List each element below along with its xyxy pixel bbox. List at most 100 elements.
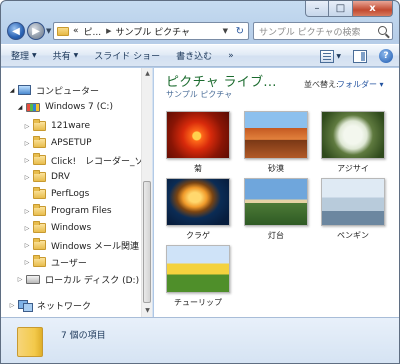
folder-icon [33,238,46,250]
thumbnail-caption: 灯台 [268,231,284,240]
nav-pane-scrollbar[interactable]: ▲ ▼ [141,68,152,317]
scroll-up-icon[interactable]: ▲ [142,68,153,80]
organize-button[interactable]: 整理 ▼ [11,49,37,62]
thumbnail-caption: 砂漠 [268,164,284,173]
burn-button[interactable]: 書き込む [176,49,212,62]
folder-icon [57,26,69,36]
search-icon[interactable] [378,26,387,35]
collapsed-icon[interactable]: ▷ [23,208,31,215]
tree-label: Windows 7 (C:) [45,102,113,112]
expanded-icon[interactable]: ◢ [16,104,24,111]
back-arrow-icon: ◀ [12,25,20,37]
help-icon[interactable]: ? [379,49,393,63]
thumbnail-item[interactable]: 灯台 [244,178,308,241]
folder-icon [33,170,46,182]
collapsed-icon[interactable]: ▷ [23,225,31,232]
collapsed-icon[interactable]: ▷ [23,123,31,130]
slideshow-label: スライド ショー [94,52,161,62]
collapsed-icon[interactable]: ▷ [23,259,31,266]
tree-label: APSETUP [51,138,92,148]
chrysanthemum-image[interactable] [166,111,230,159]
tree-item-windows-drive[interactable]: ◢ Windows 7 (C:) [16,99,113,115]
lighthouse-image[interactable] [244,178,308,226]
thumbnail-item[interactable]: 菊 [166,111,230,174]
collapsed-icon[interactable]: ▷ [23,242,31,249]
chevron-down-icon: ▼ [73,52,79,59]
close-button[interactable]: x [353,1,393,17]
tree-item-folder[interactable]: ▷ Program Files [23,203,112,219]
thumbnail-item[interactable]: アジサイ [321,111,385,174]
folder-icon [33,119,46,131]
collapsed-icon[interactable]: ▷ [23,157,31,164]
breadcrumb-overflow[interactable]: « [73,26,79,36]
scroll-down-icon[interactable]: ▼ [142,305,153,317]
tree-label: Windows メール関連 [51,241,140,252]
address-dropdown-icon[interactable]: ▼ [223,27,228,35]
tree-item-folder[interactable]: ▷ APSETUP [23,135,92,151]
thumbnail-item[interactable]: クラゲ [166,178,230,241]
explorer-window: – □ x ◀ ▶ ▼ « ピ... ▶ サンプル ピクチャ ▼ ↻ サンプル … [0,0,400,364]
tree-item-folder[interactable]: ▷ Windows メール関連 [23,237,139,253]
thumbnail-item[interactable]: チューリップ [166,245,230,308]
recent-pages-dropdown-icon[interactable]: ▼ [46,27,51,35]
arrange-by-dropdown[interactable]: フォルダー ▾ [337,79,384,90]
refresh-icon[interactable]: ↻ [236,26,244,37]
views-dropdown-icon[interactable]: ▼ [336,53,341,60]
share-button[interactable]: 共有 ▼ [53,49,79,62]
scrollbar-thumb[interactable] [143,181,151,303]
thumbnail-caption: アジサイ [337,164,369,173]
minimize-button[interactable]: – [305,1,329,17]
tree-label: Click! レコーダー_ソー [51,156,153,167]
item-count: 7 個の項目 [61,331,106,341]
tree-item-computer[interactable]: ◢ コンピューター [8,82,99,98]
folder-icon [33,204,46,216]
hydrangea-image[interactable] [321,111,385,159]
breadcrumb-sample-pictures[interactable]: サンプル ピクチャ [116,25,191,38]
back-button[interactable]: ◀ [7,22,25,40]
caption-buttons: – □ x [305,1,393,17]
tree-item-folder[interactable]: ▷ Click! レコーダー_ソー [23,152,153,168]
library-title: ピクチャ ライブ... [166,75,277,90]
arrange-by-label: 並べ替え: [304,80,339,89]
preview-pane-icon[interactable] [353,49,367,63]
collapsed-icon[interactable]: ▷ [23,140,31,147]
tree-label: PerfLogs [51,189,90,199]
tree-item-network[interactable]: ▷ ネットワーク [8,297,91,313]
search-input[interactable]: サンプル ピクチャの検索 [253,22,393,40]
views-icon[interactable] [320,49,335,63]
navigation-pane: ◢ コンピューター ◢ Windows 7 (C:) ▷ 121ware ▷ A… [1,68,153,317]
thumbnail-item[interactable]: 砂漠 [244,111,308,174]
thumbnail-item[interactable]: ペンギン [321,178,385,241]
desert-image[interactable] [244,111,308,159]
tree-label: 121ware [51,121,91,131]
navigation-buttons: ◀ ▶ ▼ [7,22,51,40]
tulips-image[interactable] [166,245,230,293]
expanded-icon[interactable]: ◢ [8,87,16,94]
collapsed-icon[interactable]: ▷ [8,302,16,309]
tree-item-folder[interactable]: ▷ ユーザー [23,254,87,270]
tree-item-folder[interactable]: PerfLogs [23,186,89,202]
address-bar[interactable]: « ピ... ▶ サンプル ピクチャ ▼ ↻ [53,22,249,40]
slideshow-button[interactable]: スライド ショー [94,49,160,62]
tree-label: コンピューター [36,86,100,97]
tree-item-local-disk[interactable]: ▷ ローカル ディスク (D:) [16,271,139,287]
penguins-image[interactable] [321,178,385,226]
burn-label: 書き込む [176,52,213,62]
computer-icon [18,85,31,95]
jellyfish-image[interactable] [166,178,230,226]
collapsed-icon[interactable]: ▷ [16,276,24,283]
tree-item-folder[interactable]: ▷ DRV [23,169,70,185]
tree-item-folder[interactable]: ▷ 121ware [23,118,90,134]
overflow-label: » [228,50,234,61]
toolbar-right: ▼ ? [308,49,393,63]
tree-item-folder[interactable]: ▷ Windows [23,220,91,236]
forward-button[interactable]: ▶ [27,22,45,40]
maximize-button[interactable]: □ [329,1,353,17]
breadcrumb-pictures[interactable]: ピ... [84,25,102,38]
collapsed-icon[interactable]: ▷ [23,174,31,181]
search-placeholder: サンプル ピクチャの検索 [259,27,361,38]
details-pane: 7 個の項目 [1,317,399,363]
breadcrumb-separator-icon[interactable]: ▶ [106,27,111,35]
toolbar-overflow-button[interactable]: » [228,51,234,61]
share-label: 共有 [52,52,71,62]
